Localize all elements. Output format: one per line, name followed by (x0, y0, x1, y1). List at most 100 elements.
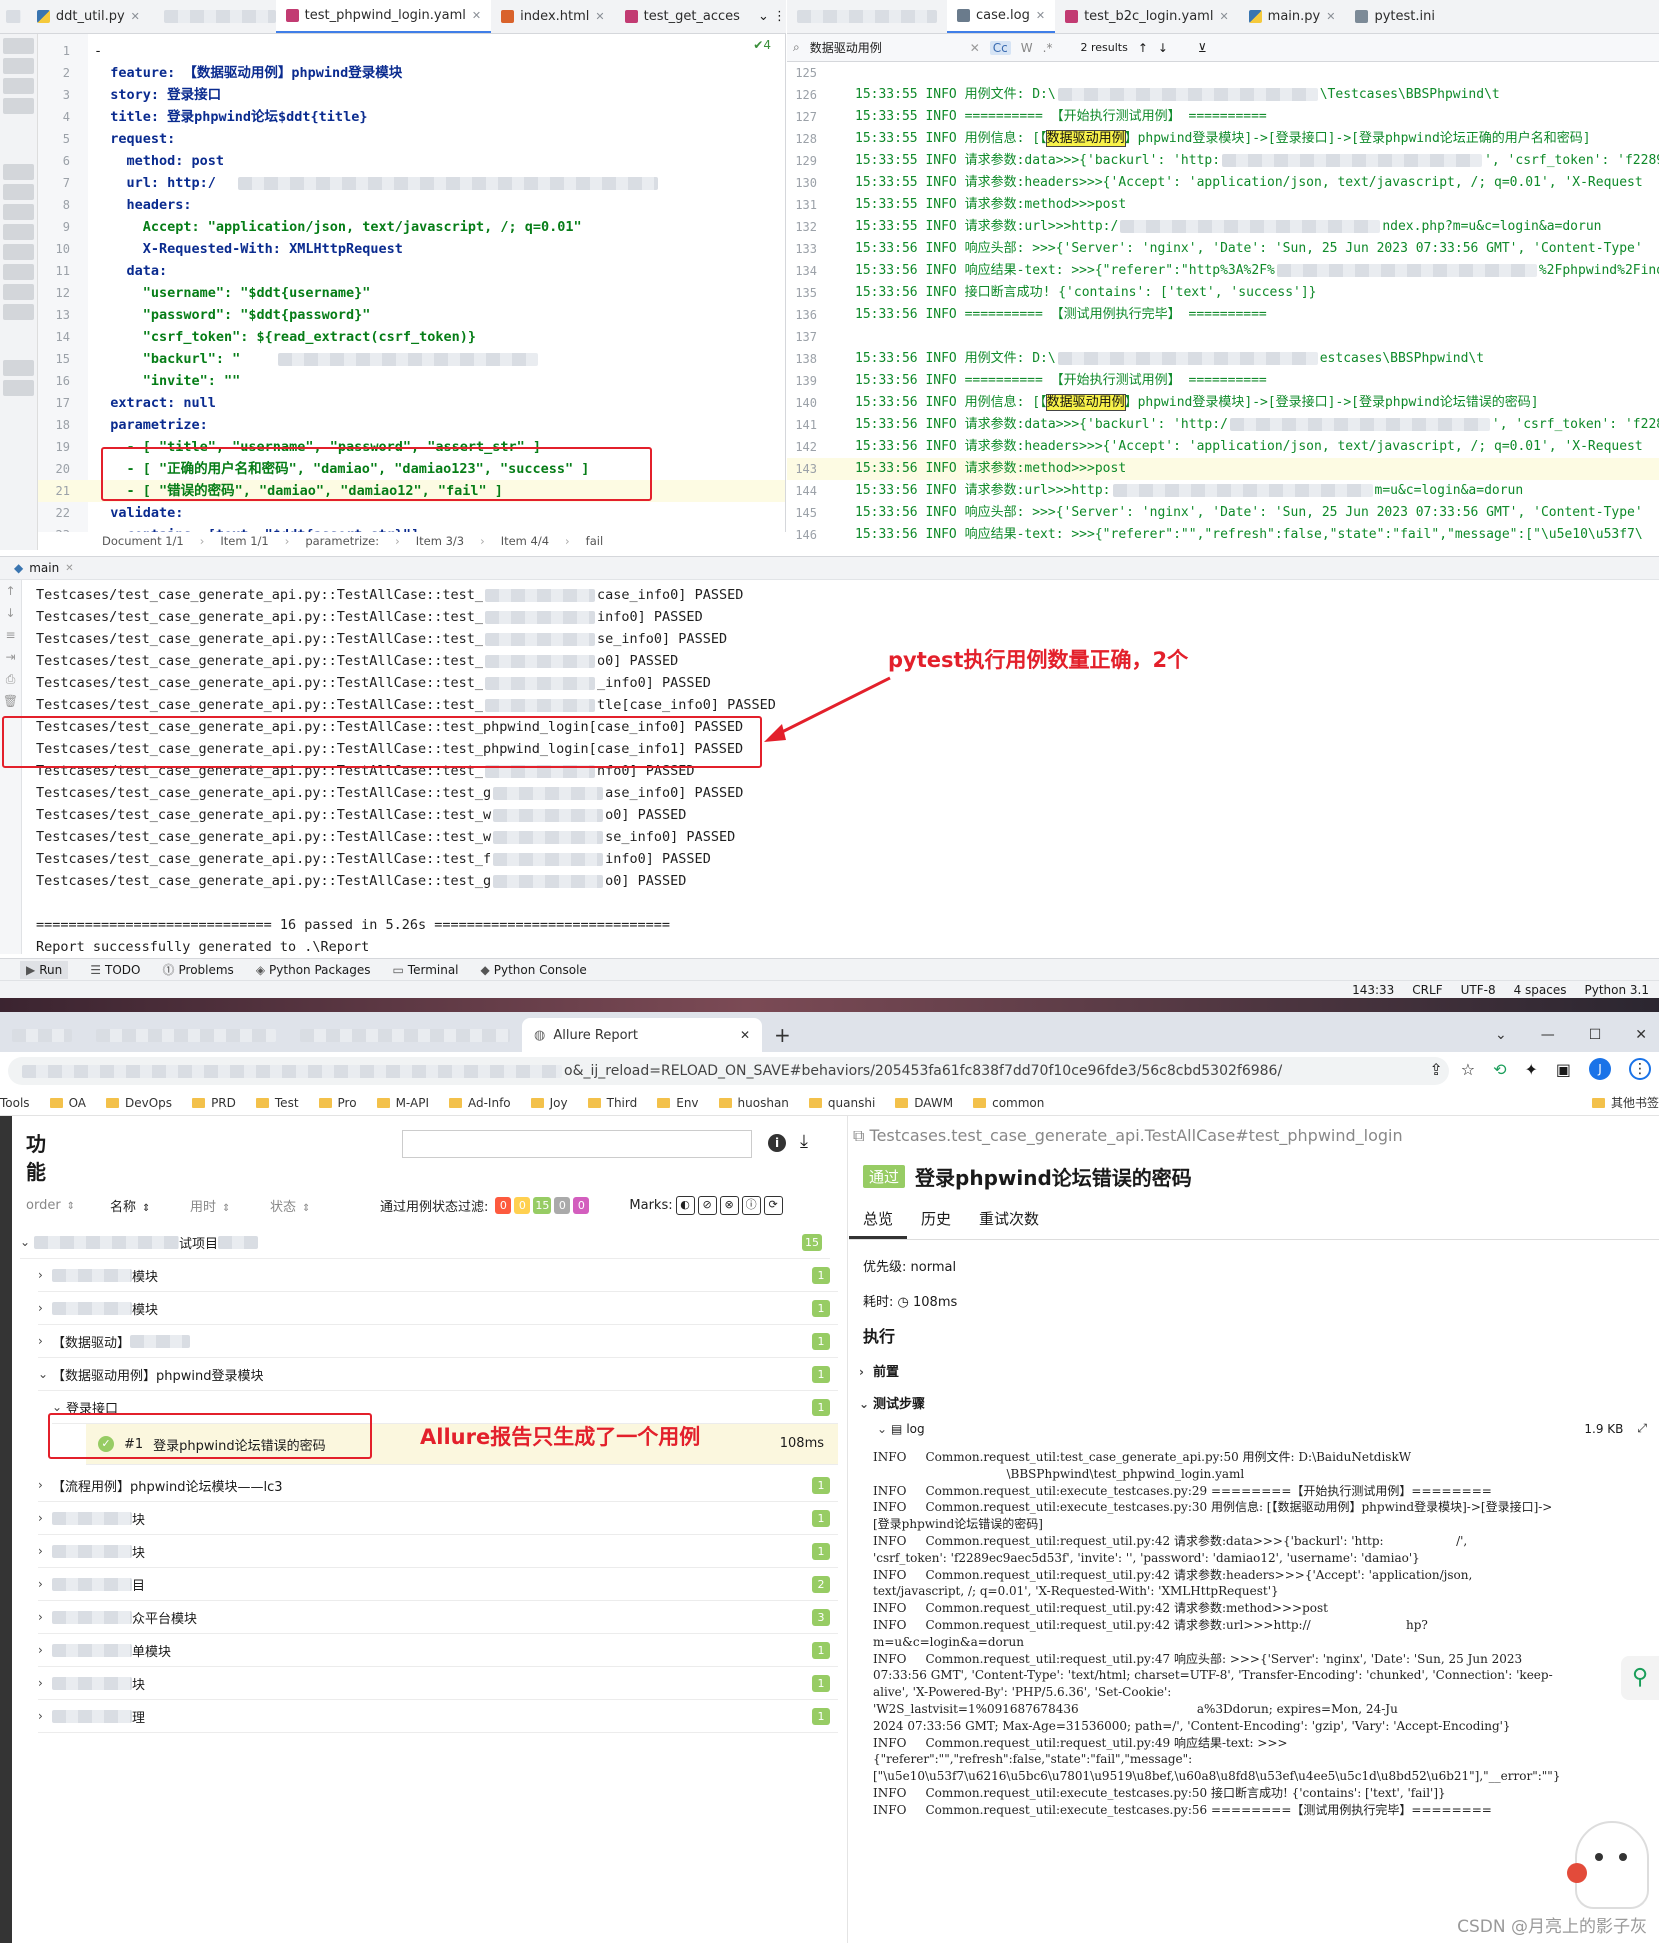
extensions-puzzle-icon[interactable]: ✦ (1524, 1060, 1537, 1079)
prev-occurrence-icon[interactable]: ↑ (1138, 41, 1148, 55)
bookmark-folder[interactable]: DevOps (106, 1096, 172, 1110)
status-item[interactable]: 4 spaces (1514, 983, 1567, 997)
mark-toggle[interactable]: ⓘ (741, 1195, 761, 1215)
bookmark-folder[interactable]: Pro (318, 1096, 357, 1110)
sort-header[interactable]: 用时 ⇕ (190, 1196, 270, 1215)
tool-window-terminal[interactable]: ▭ Terminal (392, 963, 458, 977)
bookmark-folder[interactable]: Joy (530, 1096, 568, 1110)
extension-icon[interactable]: ⟲ (1493, 1060, 1506, 1079)
sort-header[interactable]: order ⇕ (26, 1198, 110, 1213)
tree-group[interactable]: › 块 1 (38, 1667, 838, 1700)
allure-sidebar[interactable] (0, 1116, 12, 1943)
browser-tab-blurred[interactable] (288, 1018, 522, 1052)
project-tree-strip[interactable] (0, 34, 38, 550)
status-item[interactable]: CRLF (1412, 983, 1442, 997)
status-filter-toggle[interactable]: 0 (554, 1196, 571, 1214)
bookmark-folder[interactable]: huoshan (718, 1096, 789, 1110)
download-icon[interactable]: ⤓ (800, 1131, 808, 1152)
close-icon[interactable]: ✕ (65, 563, 73, 574)
sort-header[interactable]: 状态 ⇕ (270, 1196, 380, 1215)
next-occurrence-icon[interactable]: ↓ (1158, 41, 1168, 55)
log-pane-tab[interactable]: main.py ✕ (1239, 0, 1346, 33)
breadcrumb-item[interactable]: Document 1/1 (102, 534, 184, 548)
tree-group[interactable]: › 众平台模块 3 (38, 1601, 838, 1634)
bookmark-folder[interactable]: Test (255, 1096, 299, 1110)
tree-group[interactable]: ⌄ 【数据驱动用例】phpwind登录模块 1 (38, 1358, 838, 1391)
tool-window-run[interactable]: ▶ Run (20, 960, 69, 979)
window-controls[interactable]: ⌄ — ☐ ✕ (1483, 1018, 1659, 1052)
mark-toggle[interactable]: ⟳ (763, 1195, 783, 1215)
address-bar[interactable]: o&_ij_reload=RELOAD_ON_SAVE#behaviors/20… (8, 1057, 1449, 1085)
tree-group[interactable]: › 【流程用例】phpwind论坛模块——lc3 1 (38, 1469, 838, 1502)
run-toolbar[interactable]: ↑ ↓ ≡ ⇥ ⎙ 🗑 (0, 580, 22, 954)
breadcrumb-item[interactable]: Item 4/4 (501, 534, 549, 548)
breadcrumb-item[interactable]: Item 1/1 (220, 534, 268, 548)
status-filter-toggle[interactable]: 0 (573, 1196, 590, 1214)
tree-group[interactable]: › 目 2 (38, 1568, 838, 1601)
status-filter-toggle[interactable]: 0 (495, 1196, 512, 1214)
clear-search-icon[interactable]: ✕ (970, 41, 980, 55)
bookmark-star-icon[interactable]: ☆ (1461, 1060, 1475, 1079)
case-log-view[interactable]: 125 126 15:33:55 INFO 用例文件: D:\ \Testcases\… (787, 62, 1659, 550)
bookmark-folder[interactable]: Tools (0, 1096, 30, 1110)
menu-icon[interactable]: ⋮ (1629, 1058, 1651, 1080)
status-item[interactable]: Python 3.1 (1585, 983, 1650, 997)
tool-window-python-packages[interactable]: ◈ Python Packages (256, 963, 371, 977)
tree-group[interactable]: › 块 1 (38, 1502, 838, 1535)
run-console[interactable]: Testcases/test_case_generate_api.py::Tes… (22, 580, 1659, 954)
bookmark-folder[interactable]: OA (49, 1096, 86, 1110)
tool-window-todo[interactable]: ☰ TODO (90, 963, 140, 977)
close-tab-icon[interactable]: ✕ (740, 1028, 750, 1042)
info-icon[interactable]: i (768, 1134, 786, 1152)
setup-section[interactable]: › 前置 (859, 1361, 899, 1380)
editor-tab[interactable]: test_get_acces (615, 0, 750, 33)
float-action-icon[interactable]: ⚲ (1621, 1656, 1659, 1700)
detail-tab[interactable]: 历史 (907, 1200, 965, 1239)
breadcrumb-item[interactable]: parametrize: (305, 534, 379, 548)
close-icon[interactable]: ✕ (131, 10, 140, 23)
close-icon[interactable]: ✕ (595, 10, 604, 23)
bookmark-folder[interactable]: common (973, 1096, 1044, 1110)
tree-group[interactable]: ⌄ 登录接口 1 (52, 1391, 838, 1424)
log-pane-tab[interactable]: pytest.ini (1345, 0, 1445, 33)
match-case-toggle[interactable]: Cc (989, 40, 1011, 55)
close-icon[interactable]: ✕ (1036, 9, 1045, 22)
status-filter-toggle[interactable]: 0 (514, 1196, 531, 1214)
status-item[interactable]: UTF-8 (1461, 983, 1496, 997)
attachment-log[interactable]: ⌄ ▤ log 1.9 KB ⤢ (877, 1421, 1647, 1436)
sidebar-icon[interactable]: ▣ (1556, 1060, 1571, 1079)
bookmark-folder[interactable]: DAWM (895, 1096, 953, 1110)
tree-group[interactable]: › 模块 1 (38, 1292, 838, 1325)
bookmark-folder[interactable]: Third (587, 1096, 637, 1110)
editor-tab[interactable]: ddt_util.py ✕ (27, 0, 150, 33)
tree-group[interactable]: › 块 1 (38, 1535, 838, 1568)
yaml-editor[interactable]: ✔4 1-2 feature: 【数据驱动用例】phpwind登录模块 3 sto… (38, 34, 786, 550)
tree-root[interactable]: ⌄ 试项目 15 (20, 1226, 830, 1259)
bookmark-other[interactable]: 其他书签 (1591, 1094, 1659, 1111)
sort-header[interactable]: 名称 ⇕ (110, 1196, 190, 1215)
tab-overflow-icon[interactable]: ⌄ ⋮ (758, 9, 786, 24)
editor-tab[interactable]: index.html ✕ (491, 0, 615, 33)
search-input[interactable] (402, 1130, 752, 1158)
bookmark-folder[interactable]: M-API (376, 1096, 429, 1110)
filter-icon[interactable]: ⊻ (1198, 41, 1207, 55)
detail-tab[interactable]: 重试次数 (965, 1200, 1053, 1239)
log-pane-tab[interactable]: test_b2c_login.yaml ✕ (1055, 0, 1239, 33)
browser-tab-blurred[interactable] (84, 1018, 288, 1052)
tree-group[interactable]: › 【数据驱动】 1 (38, 1325, 838, 1358)
mark-toggle[interactable]: ⊗ (719, 1195, 739, 1215)
bookmark-folder[interactable]: PRD (192, 1096, 236, 1110)
status-item[interactable]: 143:33 (1352, 983, 1394, 997)
run-tab-main[interactable]: main (29, 561, 59, 575)
breadcrumb-item[interactable]: fail (586, 534, 604, 548)
editor-tab[interactable]: test_phpwind_login.yaml ✕ (275, 0, 492, 33)
status-filter-toggle[interactable]: 15 (533, 1196, 552, 1214)
find-input[interactable]: 数据驱动用例 (810, 39, 960, 56)
tree-group[interactable]: › 单模块 1 (38, 1634, 838, 1667)
words-toggle[interactable]: W (1021, 41, 1033, 55)
tree-group[interactable]: › 模块 1 (38, 1259, 838, 1292)
bookmark-folder[interactable]: Ad-Info (448, 1096, 511, 1110)
steps-section[interactable]: ⌄ 测试步骤 (859, 1393, 925, 1412)
copy-icon[interactable]: ⧉ (853, 1126, 864, 1145)
mark-toggle[interactable]: ⊘ (697, 1195, 717, 1215)
